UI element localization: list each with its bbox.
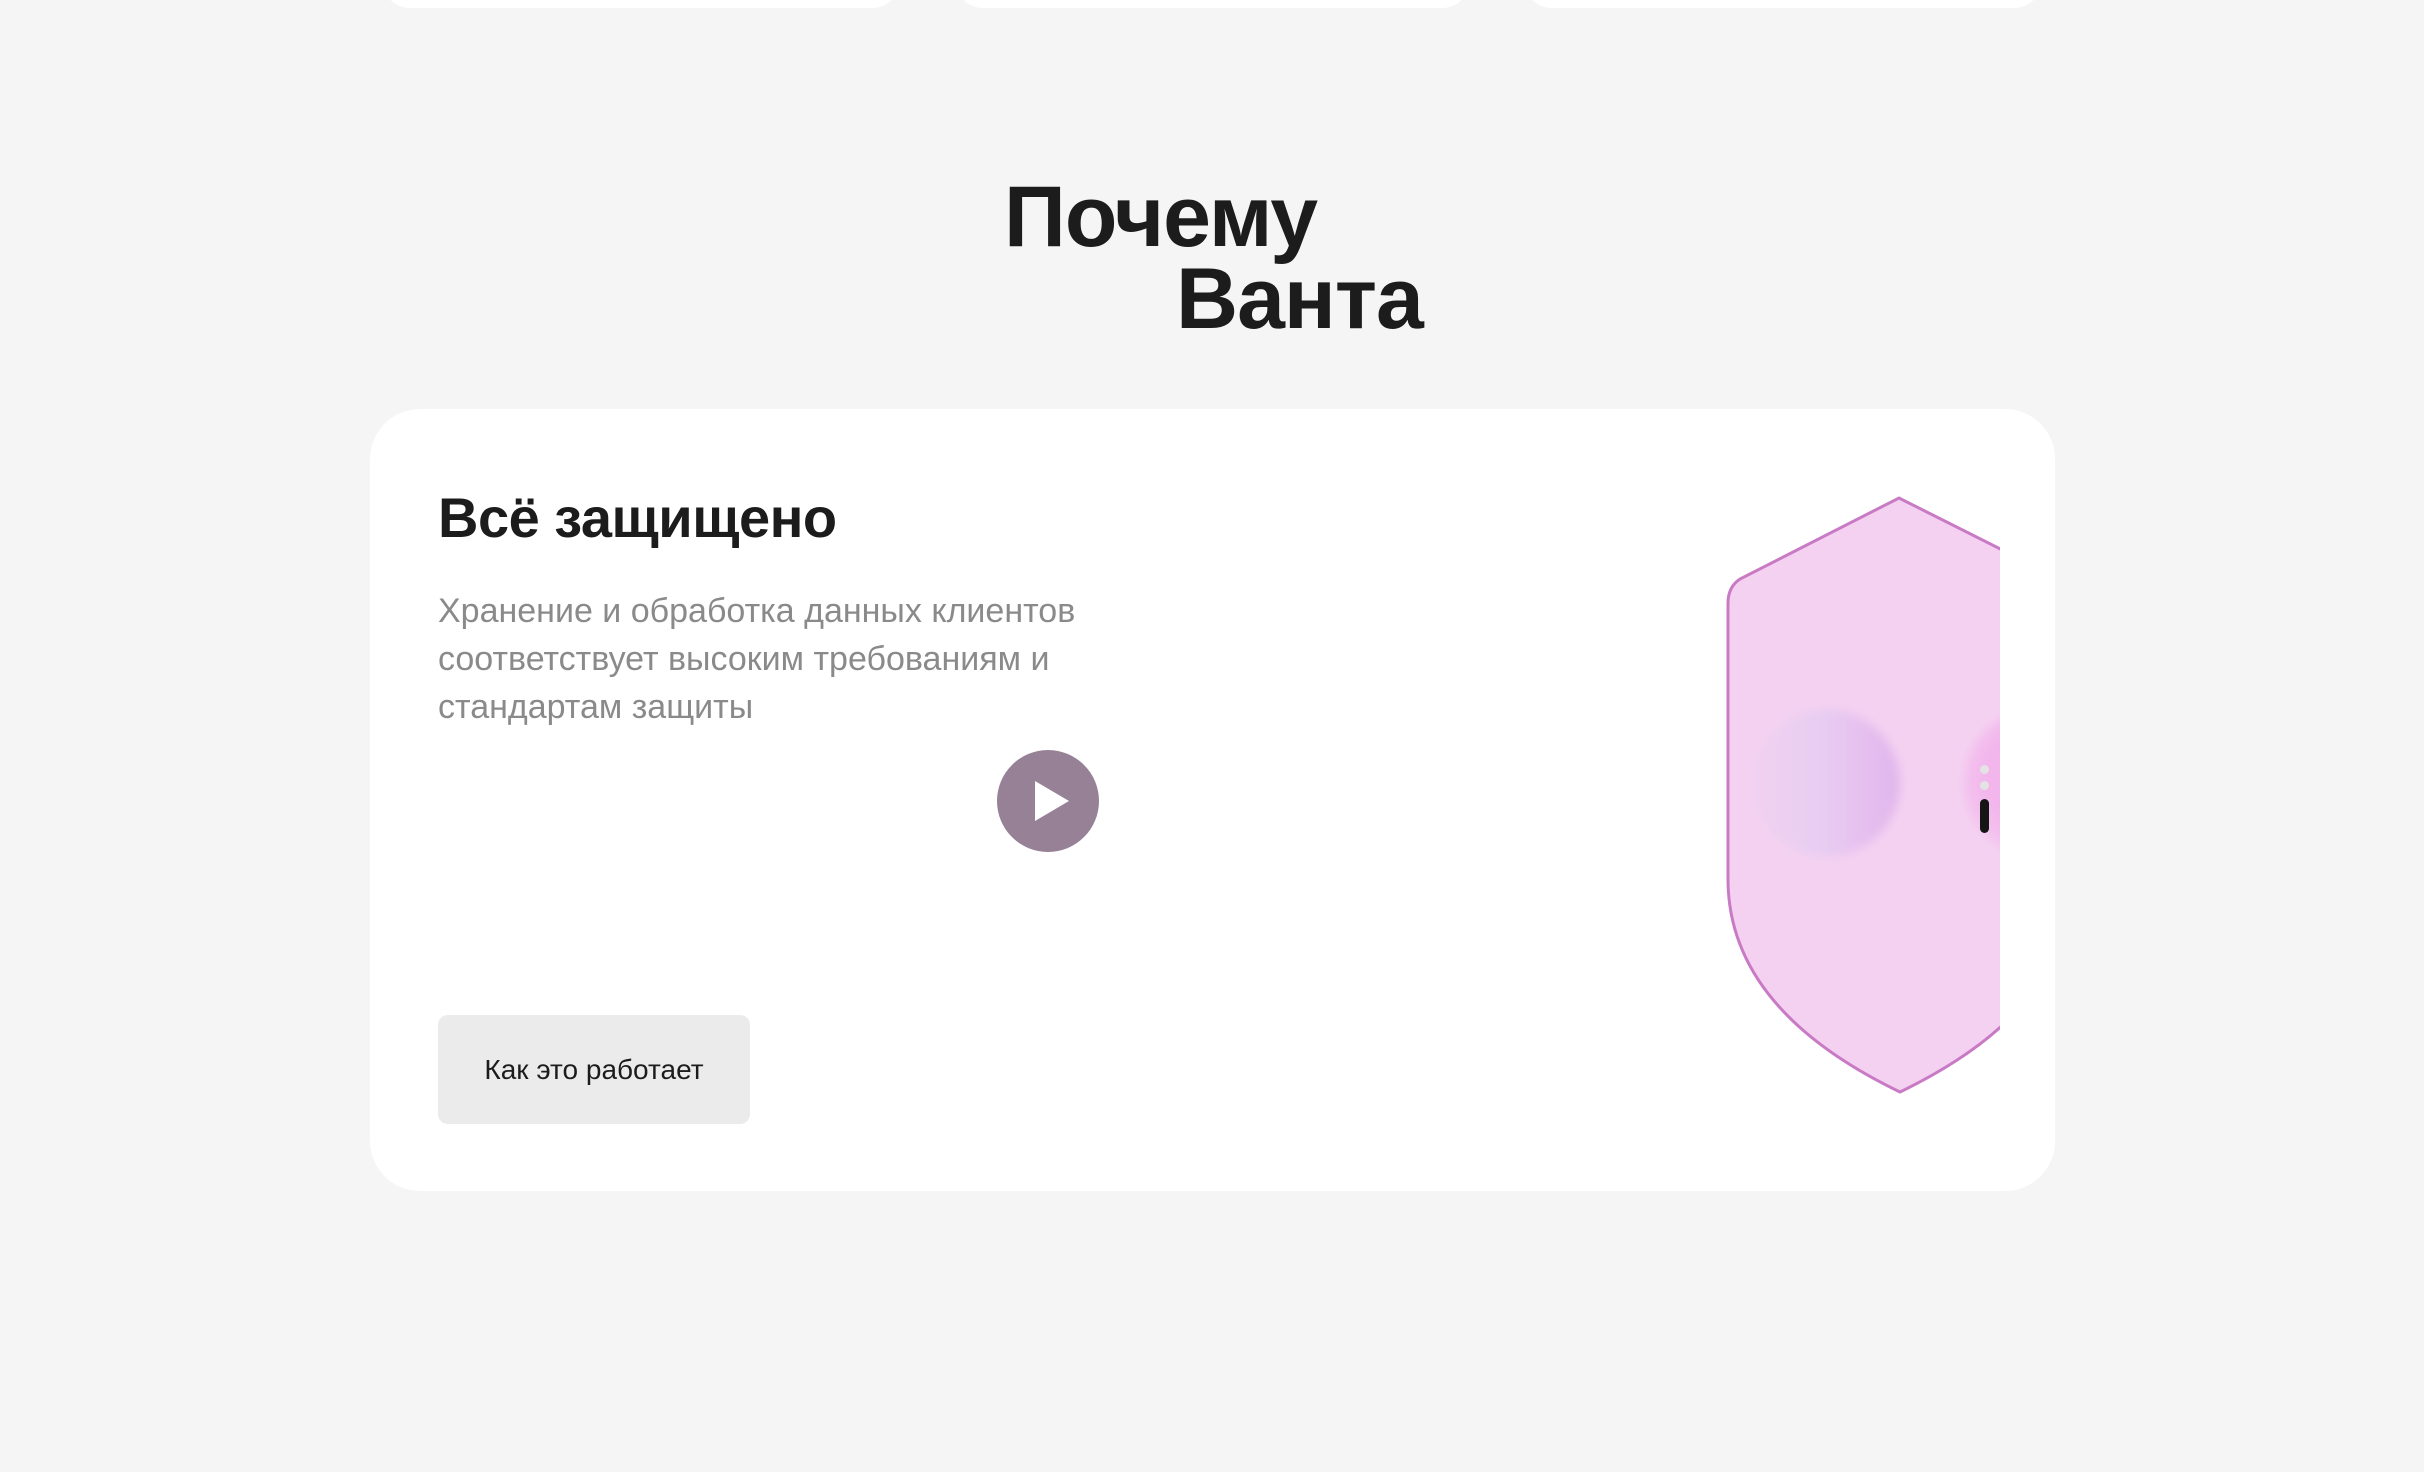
pager-dot-active[interactable] [1980, 799, 1989, 833]
section-title-line-2: Ванта [1176, 251, 1424, 347]
section-title: Почему Ванта [1004, 169, 1424, 347]
previous-card-2 [955, 0, 1470, 8]
previous-card-3 [1524, 0, 2042, 8]
feature-card: Всё защищено Хранение и обработка данных… [370, 409, 2055, 1191]
feature-description: Хранение и обработка данных клиентов соо… [438, 592, 1076, 726]
play-icon [1035, 781, 1069, 821]
shield-illustration [1360, 409, 2000, 1191]
how-it-works-button[interactable]: Как это работает [438, 1015, 750, 1124]
slide-pager [1978, 765, 1990, 845]
pager-dot-2[interactable] [1980, 781, 1989, 790]
previous-card-1 [382, 0, 900, 8]
section-title-line-1: Почему [1004, 169, 1318, 265]
feature-heading: Всё защищено [438, 486, 837, 549]
pager-dot-1[interactable] [1980, 765, 1989, 774]
play-button[interactable] [997, 750, 1099, 852]
shield-graphic [1726, 496, 2000, 1094]
shield-shape [1726, 496, 2000, 1094]
